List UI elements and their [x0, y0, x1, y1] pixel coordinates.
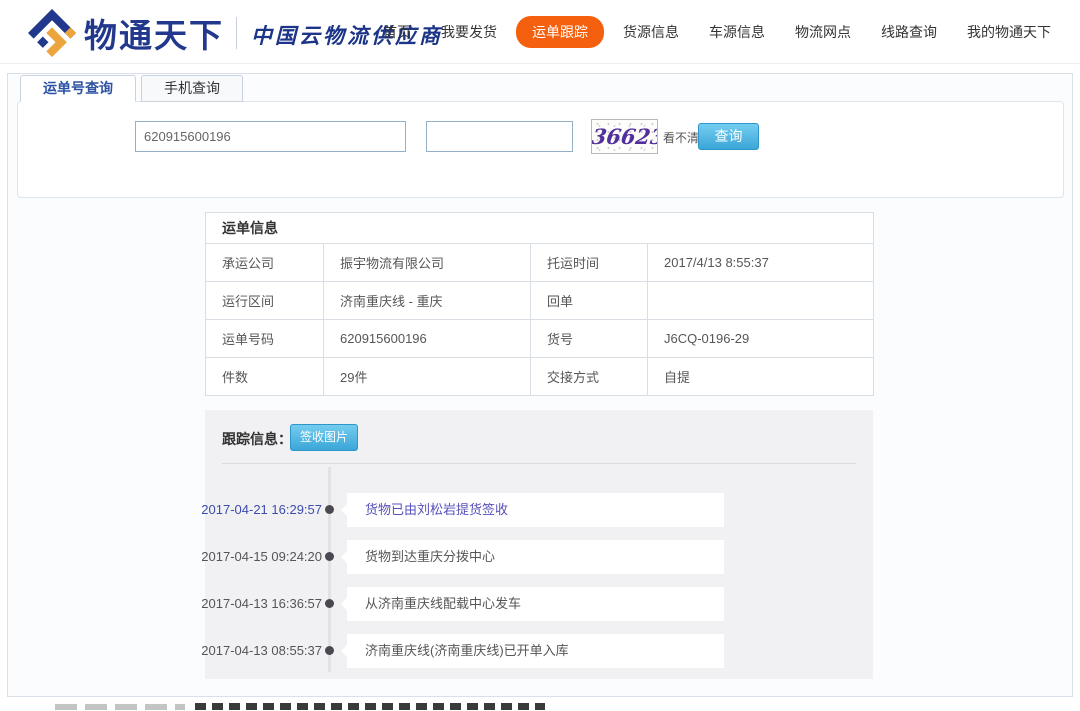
page: 物通天下 中国云物流供应商 首页 我要发货 运单跟踪 货源信息 车源信息 物流网… [0, 0, 1080, 711]
captcha-text: 366231 [591, 120, 658, 153]
event-message-box: 货物已由刘松岩提货签收 [347, 493, 724, 527]
table-row: 运单号码 620915600196 货号 J6CQ-0196-29 [206, 320, 874, 358]
cell-value: 自提 [648, 358, 874, 396]
brand-separator [236, 17, 237, 49]
table-row: 承运公司 振宇物流有限公司 托运时间 2017/4/13 8:55:37 [206, 244, 874, 282]
table-row: 运行区间 济南重庆线 - 重庆 回单 [206, 282, 874, 320]
tracking-title: 跟踪信息： [222, 429, 292, 449]
cell-value: 济南重庆线 - 重庆 [324, 282, 531, 320]
nav-item-cargo-info[interactable]: 货源信息 [608, 17, 694, 47]
cell-label: 回单 [531, 282, 648, 320]
event-time: 2017-04-13 08:55:37 [200, 634, 322, 668]
tab-waybill-number-query[interactable]: 运单号查询 [20, 75, 136, 102]
event-text: 从济南重庆线配载中心发车 [347, 587, 724, 621]
receipt-image-button[interactable]: 签收图片 [290, 424, 358, 451]
waybill-table-caption: 运单信息 [206, 213, 874, 244]
tab-phone-query[interactable]: 手机查询 [141, 75, 243, 102]
cell-label: 运行区间 [206, 282, 324, 320]
cell-value: J6CQ-0196-29 [648, 320, 874, 358]
captcha-image[interactable]: 366231 [591, 119, 658, 154]
cell-value: 29件 [324, 358, 531, 396]
cell-value [648, 282, 874, 320]
event-message-box: 济南重庆线(济南重庆线)已开单入库 [347, 634, 724, 668]
nav-item-route-query[interactable]: 线路查询 [866, 17, 952, 47]
nav-item-logistics-outlets[interactable]: 物流网点 [780, 17, 866, 47]
nav-item-home[interactable]: 首页 [368, 17, 426, 47]
brand-name: 物通天下 [84, 9, 224, 57]
main-nav: 首页 我要发货 运单跟踪 货源信息 车源信息 物流网点 线路查询 我的物通天下 [368, 0, 1066, 64]
event-message-box: 从济南重庆线配载中心发车 [347, 587, 724, 621]
nav-item-ship[interactable]: 我要发货 [426, 17, 512, 47]
event-text: 货物已由刘松岩提货签收 [347, 493, 724, 527]
timeline-line [328, 467, 331, 672]
nav-item-vehicle-info[interactable]: 车源信息 [694, 17, 780, 47]
waybill-number-input[interactable] [135, 121, 406, 152]
event-text: 济南重庆线(济南重庆线)已开单入库 [347, 634, 724, 668]
nav-item-waybill-tracking[interactable]: 运单跟踪 [516, 16, 604, 48]
cell-label: 运单号码 [206, 320, 324, 358]
event-time: 2017-04-13 16:36:57 [200, 587, 322, 621]
cell-label: 件数 [206, 358, 324, 396]
timeline-dot-icon [325, 599, 334, 608]
footer-clipped-text [0, 700, 1080, 711]
nav-item-my-account[interactable]: 我的物通天下 [952, 17, 1066, 47]
cell-label: 承运公司 [206, 244, 324, 282]
waybill-table-title: 运单信息 [206, 213, 874, 244]
waybill-info-table: 运单信息 承运公司 振宇物流有限公司 托运时间 2017/4/13 8:55:3… [205, 212, 874, 396]
table-row: 件数 29件 交接方式 自提 [206, 358, 874, 396]
cell-value: 620915600196 [324, 320, 531, 358]
cell-value: 2017/4/13 8:55:37 [648, 244, 874, 282]
cell-label: 货号 [531, 320, 648, 358]
footer-dark-marks [195, 703, 545, 710]
captcha-refresh-link[interactable]: 看不清 [663, 129, 699, 146]
event-text: 货物到达重庆分拨中心 [347, 540, 724, 574]
event-time: 2017-04-15 09:24:20 [200, 540, 322, 574]
timeline-dot-icon [325, 552, 334, 561]
cell-label: 交接方式 [531, 358, 648, 396]
header: 物通天下 中国云物流供应商 首页 我要发货 运单跟踪 货源信息 车源信息 物流网… [0, 0, 1080, 64]
timeline-dot-icon [325, 505, 334, 514]
event-time: 2017-04-21 16:29:57 [200, 493, 322, 527]
cell-label: 托运时间 [531, 244, 648, 282]
verification-input[interactable] [426, 121, 573, 152]
brand-logo-icon [28, 9, 76, 57]
timeline-dot-icon [325, 646, 334, 655]
event-message-box: 货物到达重庆分拨中心 [347, 540, 724, 574]
footer-gray-marks [55, 704, 185, 710]
query-tabs: 运单号查询 手机查询 [20, 75, 248, 102]
cell-value: 振宇物流有限公司 [324, 244, 531, 282]
search-button[interactable]: 查询 [698, 123, 759, 150]
tracking-divider [222, 463, 856, 464]
